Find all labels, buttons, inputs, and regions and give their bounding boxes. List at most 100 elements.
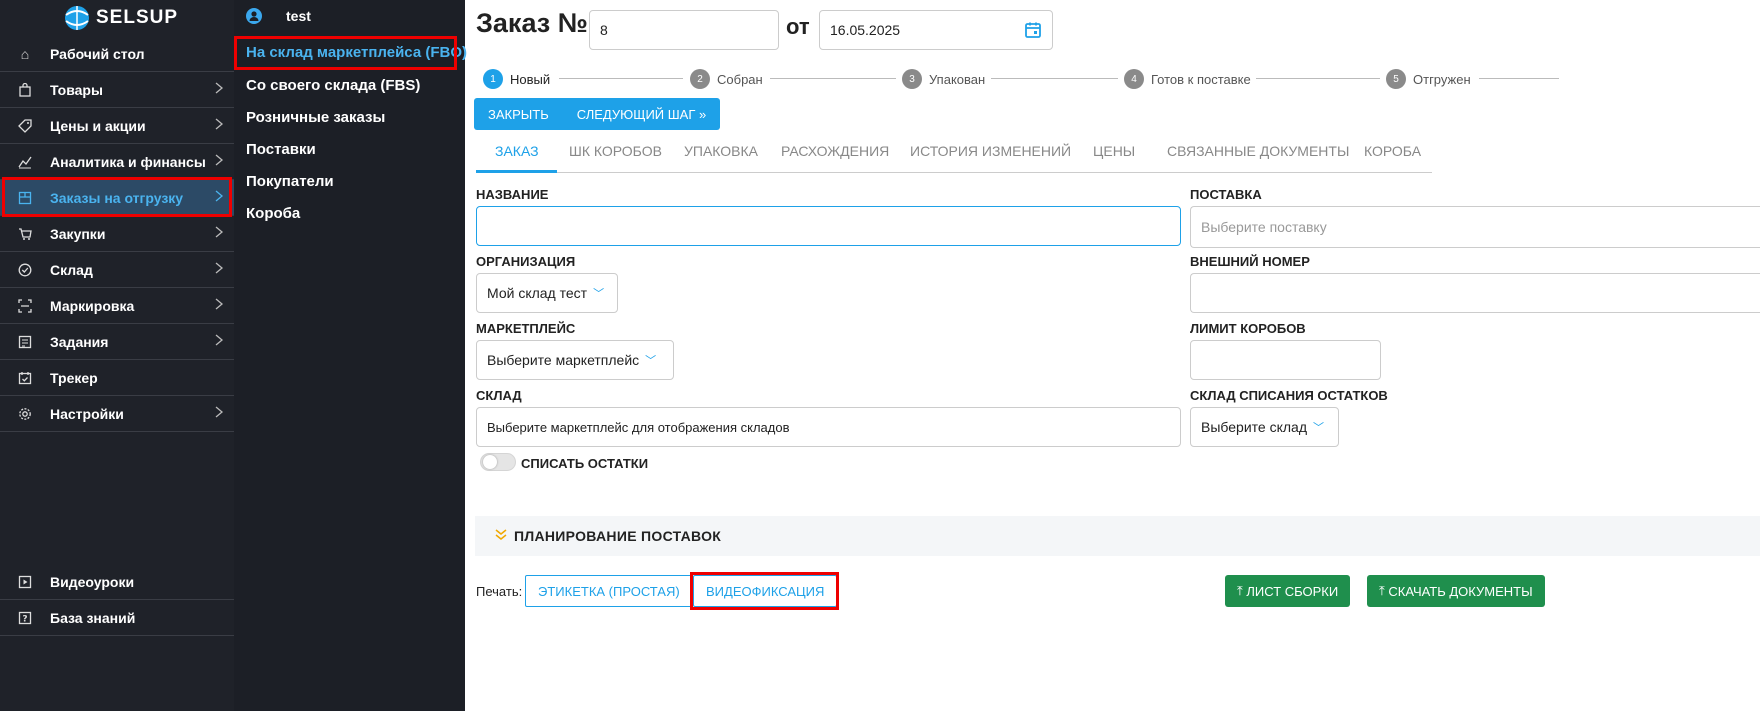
app-root: SELSUP ⌂ Рабочий стол Товары Цены и акци… (0, 0, 1760, 711)
sidebar-item-analytics[interactable]: Аналитика и финансы (0, 144, 234, 180)
sidebar-item-marking[interactable]: Маркировка (0, 288, 234, 324)
step-packed[interactable]: 3 Упакован (902, 69, 985, 89)
step-label: Готов к поставке (1151, 71, 1251, 87)
chevron-right-icon (215, 262, 224, 274)
order-main: Заказ № 8 от 16.05.2025 1 Новый 2 Собран… (466, 0, 1760, 711)
tab-prices[interactable]: ЦЕНЫ (1093, 143, 1135, 159)
name-label: НАЗВАНИЕ (476, 187, 549, 202)
print-label: Печать: (476, 584, 523, 599)
svg-text:?: ? (22, 614, 27, 624)
tab-boxes[interactable]: КОРОБА (1364, 143, 1421, 159)
writeoff-warehouse-select[interactable]: Выберите склад ﹀ (1190, 407, 1339, 447)
assembly-sheet-label: ЛИСТ СБОРКИ (1246, 583, 1339, 599)
chevron-down-icon: ﹀ (645, 355, 657, 367)
sidebar-item-label: Закупки (50, 225, 106, 242)
step-ready[interactable]: 4 Готов к поставке (1124, 69, 1251, 89)
organization-select[interactable]: Мой склад тест ﹀ (476, 273, 618, 313)
sidebar-item-purchases[interactable]: Закупки (0, 216, 234, 252)
tab-order[interactable]: ЗАКАЗ (495, 143, 539, 159)
sidebar-item-knowledge-base[interactable]: ? База знаний (0, 600, 234, 636)
close-button[interactable]: ЗАКРЫТЬ (474, 98, 563, 130)
tab-related-docs[interactable]: СВЯЗАННЫЕ ДОКУМЕНТЫ (1167, 143, 1349, 159)
order-number-input[interactable]: 8 (589, 10, 779, 50)
supply-planning-section[interactable]: ПЛАНИРОВАНИЕ ПОСТАВОК (475, 516, 1760, 556)
cart-icon (0, 227, 50, 241)
submenu-item-fbo[interactable]: На склад маркетплейса (FBO) (246, 44, 467, 61)
sidebar-item-label: Маркировка (50, 297, 135, 314)
step-connector (559, 78, 683, 79)
step-label: Собран (717, 71, 763, 87)
box-limit-input[interactable] (1190, 340, 1381, 380)
chevron-right-icon (215, 226, 224, 238)
chevron-right-icon (215, 190, 224, 202)
download-docs-label: СКАЧАТЬ ДОКУМЕНТЫ (1388, 583, 1533, 599)
supply-planning-title: ПЛАНИРОВАНИЕ ПОСТАВОК (514, 528, 722, 544)
submenu-item-fbs[interactable]: Со своего склада (FBS) (246, 77, 420, 94)
next-step-label: СЛЕДУЮЩИЙ ШАГ (576, 106, 696, 122)
supply-select[interactable]: Выберите поставку (1190, 206, 1760, 248)
sidebar-item-warehouse[interactable]: Склад (0, 252, 234, 288)
question-icon: ? (0, 611, 50, 625)
sidebar-item-prices[interactable]: Цены и акции (0, 108, 234, 144)
video-fixation-button[interactable]: ВИДЕОФИКСАЦИЯ (693, 575, 838, 607)
submenu-item-retail[interactable]: Розничные заказы (246, 109, 385, 126)
gear-icon (0, 407, 50, 421)
tab-box-barcodes[interactable]: ШК КОРОБОВ (569, 143, 662, 159)
sidebar-item-label: Видеоуроки (50, 573, 135, 590)
step-collected[interactable]: 2 Собран (690, 69, 763, 89)
step-shipped[interactable]: 5 Отгружен (1386, 69, 1471, 89)
external-number-label: ВНЕШНИЙ НОМЕР (1190, 254, 1310, 269)
submenu-item-boxes[interactable]: Короба (246, 205, 300, 222)
writeoff-toggle[interactable] (480, 453, 516, 471)
warehouse-select[interactable]: Выберите маркетплейс для отображения скл… (476, 407, 1181, 447)
sidebar-item-settings[interactable]: Настройки (0, 396, 234, 432)
calendar-icon[interactable] (1024, 21, 1042, 39)
sidebar-item-tasks[interactable]: Задания (0, 324, 234, 360)
main-sidebar: SELSUP ⌂ Рабочий стол Товары Цены и акци… (0, 0, 234, 711)
sidebar-item-video-lessons[interactable]: Видеоуроки (0, 564, 234, 600)
tab-history[interactable]: ИСТОРИЯ ИЗМЕНЕНИЙ (910, 143, 1071, 159)
step-connector (991, 78, 1118, 79)
writeoff-warehouse-value: Выберите склад (1201, 419, 1307, 435)
name-input[interactable] (476, 206, 1181, 246)
user-profile[interactable]: test (246, 8, 311, 24)
step-new[interactable]: 1 Новый (483, 69, 550, 89)
check-circle-icon (0, 263, 50, 277)
orders-submenu: test На склад маркетплейса (FBO) Со свое… (234, 0, 467, 711)
submenu-item-buyers[interactable]: Покупатели (246, 173, 334, 190)
sidebar-item-products[interactable]: Товары (0, 72, 234, 108)
order-action-bar: ЗАКРЫТЬ СЛЕДУЮЩИЙ ШАГ » (474, 98, 721, 130)
sidebar-item-label: Аналитика и финансы (50, 153, 206, 170)
logo[interactable]: SELSUP (60, 2, 178, 34)
chevron-right-icon (215, 82, 224, 94)
double-chevron-right-icon: » (699, 106, 707, 122)
sidebar-item-desktop[interactable]: ⌂ Рабочий стол (0, 36, 234, 72)
tab-discrepancies[interactable]: РАСХОЖДЕНИЯ (781, 143, 889, 159)
order-tabs: ЗАКАЗ ШК КОРОБОВ УПАКОВКА РАСХОЖДЕНИЯ ИС… (476, 133, 1432, 173)
organization-label: ОРГАНИЗАЦИЯ (476, 254, 576, 269)
submenu-item-supplies[interactable]: Поставки (246, 141, 316, 158)
step-number: 4 (1124, 69, 1144, 89)
step-label: Упакован (929, 71, 986, 87)
supply-label: ПОСТАВКА (1190, 187, 1262, 202)
logo-text: SELSUP (96, 7, 179, 28)
step-connector (770, 78, 896, 79)
sidebar-item-shipment-orders[interactable]: Заказы на отгрузку (0, 180, 234, 216)
sidebar-item-tracker[interactable]: Трекер (0, 360, 234, 396)
next-step-button[interactable]: СЛЕДУЮЩИЙ ШАГ » (563, 98, 720, 130)
toggle-knob (483, 455, 497, 469)
logo-icon (65, 6, 89, 30)
download-docs-button[interactable]: ⤒ СКАЧАТЬ ДОКУМЕНТЫ (1367, 575, 1545, 607)
marketplace-select[interactable]: Выберите маркетплейс ﹀ (476, 340, 674, 380)
step-number: 5 (1386, 69, 1406, 89)
assembly-sheet-button[interactable]: ⤒ ЛИСТ СБОРКИ (1225, 575, 1351, 607)
writeoff-warehouse-label: СКЛАД СПИСАНИЯ ОСТАТКОВ (1190, 388, 1388, 403)
sidebar-item-label: Рабочий стол (50, 45, 145, 62)
chevron-right-icon (215, 406, 224, 418)
external-number-input[interactable] (1190, 273, 1760, 313)
order-date-input[interactable]: 16.05.2025 (819, 10, 1053, 50)
tab-packing[interactable]: УПАКОВКА (684, 143, 758, 159)
simple-label-button[interactable]: ЭТИКЕТКА (ПРОСТАЯ) (525, 575, 693, 607)
tag-icon (0, 118, 50, 133)
from-label: от (786, 14, 810, 39)
